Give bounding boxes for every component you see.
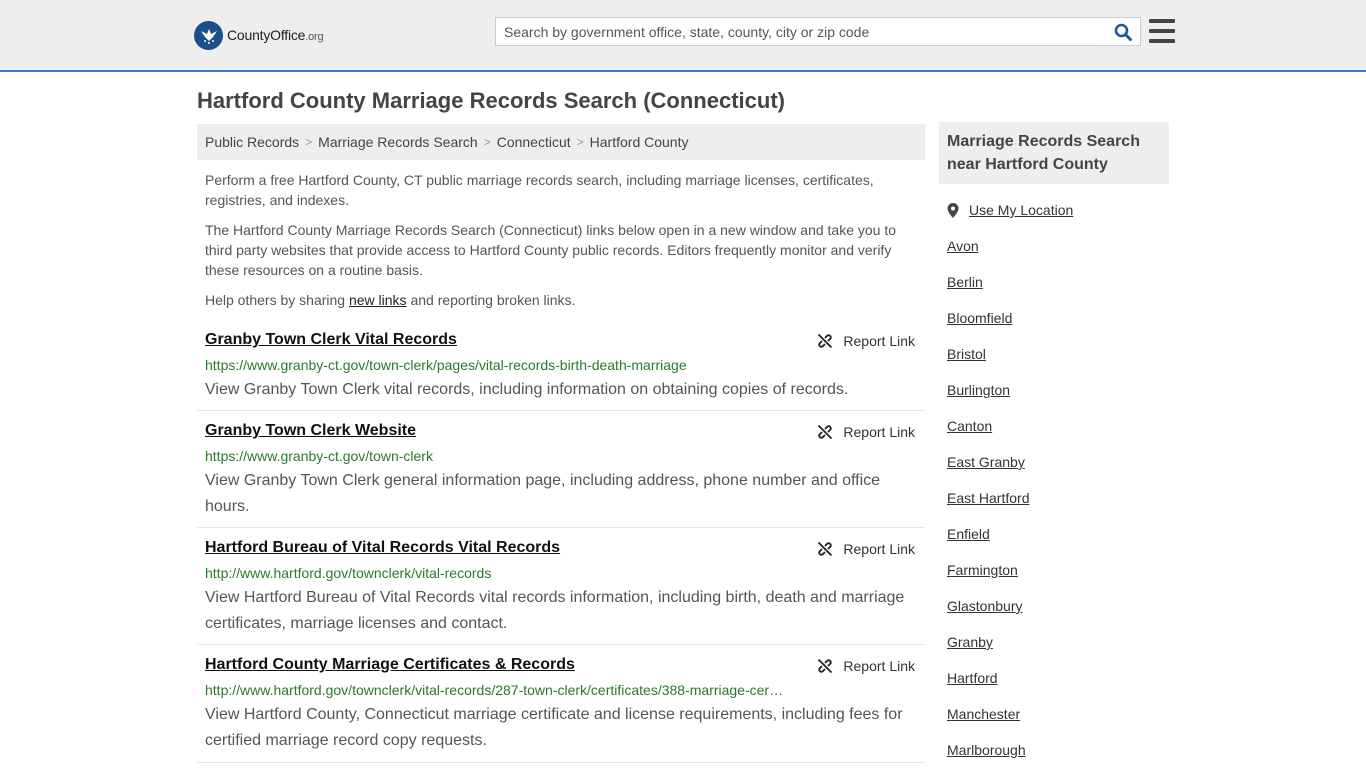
- intro-paragraph-1: Perform a free Hartford County, CT publi…: [205, 172, 874, 208]
- result-description: View Hartford County, Connecticut marria…: [205, 706, 903, 749]
- result-url: https://www.granby-ct.gov/town-clerk: [205, 448, 433, 464]
- result-description: View Hartford Bureau of Vital Records vi…: [205, 589, 905, 632]
- sidebar-town-link[interactable]: Hartford: [947, 670, 998, 686]
- report-link-button[interactable]: Report Link: [817, 424, 915, 440]
- result-item: Hartford Bureau of Vital Records Vital R…: [197, 539, 925, 645]
- report-link-label: Report Link: [843, 541, 915, 557]
- sidebar-heading: Marriage Records Search near Hartford Co…: [939, 122, 1169, 184]
- result-title-link[interactable]: Granby Town Clerk Vital Records: [205, 331, 457, 349]
- sidebar-town-link[interactable]: Avon: [947, 238, 979, 254]
- sidebar-town-link[interactable]: Marlborough: [947, 742, 1026, 758]
- broken-link-icon: [818, 424, 833, 440]
- report-link-button[interactable]: Report Link: [817, 658, 915, 674]
- use-my-location-link[interactable]: Use My Location: [969, 202, 1073, 218]
- site-header: CountyOffice.org: [0, 0, 1366, 72]
- sidebar-town-link[interactable]: Berlin: [947, 274, 983, 290]
- intro-paragraph-2: The Hartford County Marriage Records Sea…: [205, 222, 897, 278]
- broken-link-icon: [818, 541, 833, 557]
- sidebar-town-link[interactable]: East Hartford: [947, 490, 1029, 506]
- breadcrumb-separator-icon: >: [576, 135, 584, 149]
- logo-text: CountyOffice.org: [227, 27, 324, 43]
- result-title-link[interactable]: Hartford County Marriage Certificates & …: [205, 656, 575, 674]
- intro-text-before: Help others by sharing: [205, 292, 349, 308]
- search-icon: [1114, 23, 1132, 41]
- broken-link-icon: [818, 658, 833, 674]
- result-url: http://www.hartford.gov/townclerk/vital-…: [205, 565, 492, 581]
- site-logo[interactable]: CountyOffice.org: [194, 20, 324, 50]
- result-item: Hartford County Marriage Certificates & …: [197, 656, 925, 763]
- intro-paragraph-3: Help others by sharing new links and rep…: [205, 290, 915, 310]
- new-links-link[interactable]: new links: [349, 292, 407, 308]
- sidebar-town-link[interactable]: Glastonbury: [947, 598, 1022, 614]
- broken-link-icon: [818, 333, 833, 349]
- breadcrumb-public-records[interactable]: Public Records: [205, 134, 299, 150]
- sidebar-town-link[interactable]: Burlington: [947, 382, 1010, 398]
- report-link-button[interactable]: Report Link: [817, 333, 915, 349]
- search-bar: [495, 17, 1141, 46]
- report-link-label: Report Link: [843, 658, 915, 674]
- breadcrumb-marriage-records-search[interactable]: Marriage Records Search: [318, 134, 478, 150]
- sidebar-town-link[interactable]: Bloomfield: [947, 310, 1012, 326]
- logo-word: CountyOffice: [227, 27, 306, 43]
- breadcrumb-separator-icon: >: [483, 135, 491, 149]
- sidebar-town-link[interactable]: Granby: [947, 634, 993, 650]
- report-link-button[interactable]: Report Link: [817, 541, 915, 557]
- sidebar-town-link[interactable]: Bristol: [947, 346, 986, 362]
- report-link-label: Report Link: [843, 333, 915, 349]
- sidebar-town-link[interactable]: Enfield: [947, 526, 990, 542]
- breadcrumb-hartford-county: Hartford County: [589, 134, 689, 150]
- result-url: http://www.hartford.gov/townclerk/vital-…: [205, 682, 784, 698]
- location-pin-icon: [947, 202, 959, 218]
- breadcrumb: Public Records > Marriage Records Search…: [197, 124, 925, 160]
- result-title-link[interactable]: Granby Town Clerk Website: [205, 422, 416, 440]
- nearby-sidebar: Marriage Records Search near Hartford Co…: [939, 122, 1169, 768]
- sidebar-town-link[interactable]: Farmington: [947, 562, 1018, 578]
- page-title: Hartford County Marriage Records Search …: [197, 88, 785, 113]
- sidebar-town-link[interactable]: East Granby: [947, 454, 1025, 470]
- report-link-label: Report Link: [843, 424, 915, 440]
- intro-text-after: and reporting broken links.: [406, 292, 576, 308]
- sidebar-town-link[interactable]: Canton: [947, 418, 992, 434]
- breadcrumb-separator-icon: >: [305, 135, 313, 149]
- result-url: https://www.granby-ct.gov/town-clerk/pag…: [205, 357, 687, 373]
- breadcrumb-connecticut[interactable]: Connecticut: [497, 134, 571, 150]
- result-item: Granby Town Clerk Website Report Link ht…: [197, 422, 925, 528]
- search-button[interactable]: [1106, 18, 1140, 45]
- use-location-row: Use My Location: [947, 202, 1073, 218]
- result-title-link[interactable]: Hartford Bureau of Vital Records Vital R…: [205, 539, 560, 557]
- logo-tld: .org: [305, 31, 324, 43]
- result-description: View Granby Town Clerk general informati…: [205, 472, 881, 515]
- sidebar-town-link[interactable]: Manchester: [947, 706, 1020, 722]
- result-item: Granby Town Clerk Vital Records Report L…: [197, 331, 925, 411]
- hamburger-menu-icon[interactable]: [1149, 19, 1175, 43]
- eagle-icon: [194, 20, 223, 50]
- result-description: View Granby Town Clerk vital records, in…: [205, 381, 849, 398]
- search-input[interactable]: [496, 18, 1106, 45]
